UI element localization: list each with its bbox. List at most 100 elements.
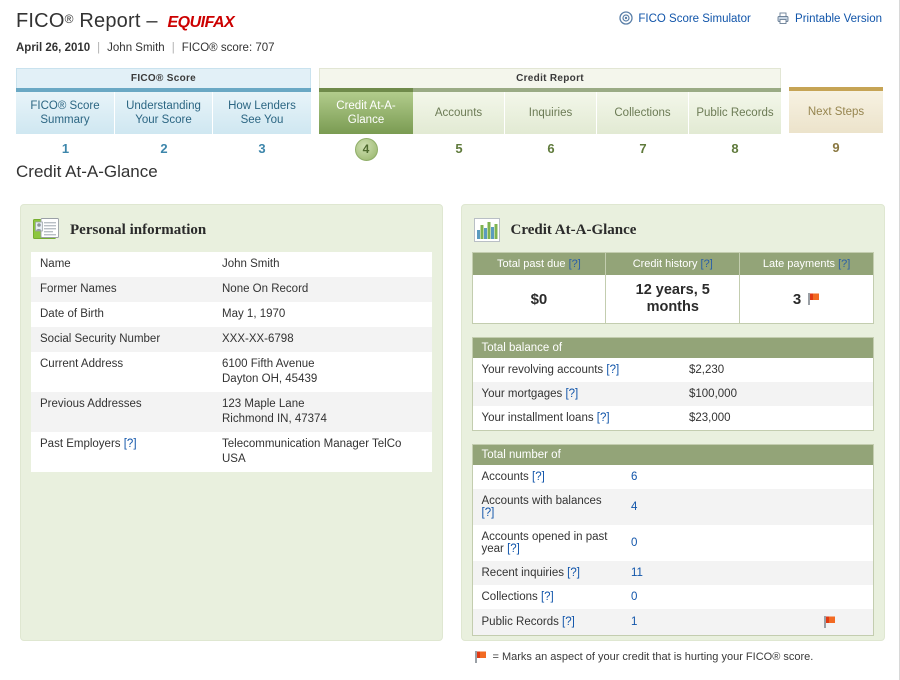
table-row: Former Names None On Record: [31, 277, 432, 302]
meta-divider: |: [97, 42, 101, 54]
help-link[interactable]: [?]: [565, 388, 578, 400]
tab-row-next-steps: Next Steps 9: [789, 87, 883, 159]
help-link[interactable]: [?]: [541, 591, 554, 603]
flag-legend: = Marks an aspect of your credit that is…: [472, 650, 875, 664]
row-label: Accounts [?]: [473, 465, 623, 489]
row-label: Recent inquiries [?]: [473, 561, 623, 585]
tab-label-understanding-your-score: Understanding Your Score: [115, 92, 213, 134]
row-value: Telecommunication Manager TelCo USA: [222, 438, 402, 465]
help-link[interactable]: [?]: [606, 364, 619, 376]
total-balance-table: Your revolving accounts [?] $2,230 Your …: [472, 358, 873, 430]
row-value: 0: [622, 525, 815, 561]
tab-number-8: 8: [731, 141, 739, 156]
row-flag-cell: [815, 561, 873, 585]
table-row: Your revolving accounts [?] $2,230: [472, 358, 873, 382]
tab-number-circle: 4: [354, 138, 378, 161]
glance-summary-grid: Total past due [?] $0 Credit history [?]…: [471, 252, 874, 324]
tab-accounts[interactable]: Accounts 5: [413, 88, 505, 160]
equifax-logo: EQUIFAX: [167, 14, 235, 31]
table-row: Your mortgages [?] $100,000: [472, 382, 873, 406]
summary-column-total-past-due: Total past due [?] $0: [472, 253, 606, 323]
help-link[interactable]: [?]: [562, 616, 575, 628]
tab-number-7: 7: [639, 141, 647, 156]
printable-version-link[interactable]: Printable Version: [776, 11, 882, 25]
row-label: Name: [40, 258, 71, 270]
total-number-section-title: Total number of: [472, 445, 873, 465]
tab-number-4-active: 4: [319, 138, 413, 161]
row-label-text: Past Employers: [40, 438, 121, 450]
total-number-table: Accounts [?] 6 Accounts with balances [?…: [472, 465, 873, 635]
row-value-link[interactable]: 4: [631, 501, 637, 513]
help-link[interactable]: [?]: [532, 471, 545, 483]
tab-group-label-next-steps: [789, 68, 883, 87]
tab-public-records[interactable]: Public Records 8: [689, 88, 781, 160]
tab-number-5: 5: [455, 141, 463, 156]
printable-version-label: Printable Version: [795, 13, 882, 25]
help-link[interactable]: [?]: [124, 438, 137, 450]
help-link[interactable]: [?]: [567, 567, 580, 579]
help-link[interactable]: [?]: [597, 412, 610, 424]
row-label-text: Your installment loans: [481, 412, 594, 424]
row-value: May 1, 1970: [222, 308, 286, 320]
help-link[interactable]: [?]: [507, 543, 520, 555]
total-number-section: Total number of Accounts [?] 6 Accounts …: [471, 444, 874, 636]
table-row: Current Address 6100 Fifth Avenue Dayton…: [31, 352, 432, 392]
tab-inquiries[interactable]: Inquiries 6: [505, 88, 597, 160]
row-flag-cell: [815, 465, 873, 489]
row-label: Former Names: [40, 283, 117, 295]
tab-how-lenders-see-you[interactable]: How Lenders See You 3: [213, 88, 311, 160]
id-card-icon: [33, 218, 59, 242]
help-link[interactable]: [?]: [701, 258, 713, 270]
tab-label-inquiries: Inquiries: [505, 92, 597, 134]
table-row: Previous Addresses 123 Maple Lane Richmo…: [31, 392, 432, 432]
row-value-link[interactable]: 0: [631, 591, 637, 603]
row-flag-cell: [815, 489, 873, 525]
tab-label-collections: Collections: [597, 92, 689, 134]
credit-at-a-glance-panel: Credit At-A-Glance Total past due [?] $0…: [460, 204, 885, 663]
summary-column-late-payments: Late payments [?] 3: [739, 253, 873, 323]
table-row: Your installment loans [?] $23,000: [472, 406, 873, 430]
row-value: $23,000: [689, 412, 731, 424]
report-user-name: John Smith: [107, 42, 165, 54]
fico-score-simulator-link[interactable]: FICO Score Simulator: [619, 11, 751, 25]
row-value-link[interactable]: 0: [631, 537, 637, 549]
help-link[interactable]: [?]: [482, 507, 495, 519]
tab-label-how-lenders-see-you: How Lenders See You: [213, 92, 311, 134]
row-value-link[interactable]: 6: [631, 471, 637, 483]
table-row: Collections [?] 0: [472, 585, 873, 609]
tab-fico-score-summary[interactable]: FICO® Score Summary 1: [16, 88, 115, 160]
tab-credit-at-a-glance[interactable]: Credit At-A-Glance 4: [319, 88, 413, 161]
row-value-link[interactable]: 1: [631, 616, 637, 628]
help-link[interactable]: [?]: [569, 258, 581, 270]
table-row: Accounts [?] 6: [472, 465, 873, 489]
table-row: Public Records [?] 1: [472, 609, 873, 635]
row-label-text: Accounts opened in past year: [481, 531, 608, 555]
summary-column-credit-history: Credit history [?] 12 years, 5 months: [605, 253, 740, 323]
row-label-text: Public Records: [481, 616, 559, 628]
tab-next-steps[interactable]: Next Steps 9: [789, 87, 883, 159]
row-value: John Smith: [222, 258, 280, 270]
flag-legend-text: = Marks an aspect of your credit that is…: [492, 651, 814, 663]
row-flag-cell: [815, 609, 873, 635]
tab-collections[interactable]: Collections 7: [597, 88, 689, 160]
row-value: XXX-XX-6798: [222, 333, 294, 345]
tab-understanding-your-score[interactable]: Understanding Your Score 2: [115, 88, 213, 160]
row-value-link[interactable]: 11: [631, 567, 643, 579]
row-value: $100,000: [689, 388, 737, 400]
page-header: FICO® Report – EQUIFAX April 26, 2010 | Jo…: [0, 0, 899, 54]
row-value: 0: [622, 585, 815, 609]
tab-label-next-steps: Next Steps: [789, 91, 883, 133]
tab-label-accounts: Accounts: [413, 92, 505, 134]
table-row: Past Employers [?] Telecommunication Man…: [31, 432, 432, 472]
tab-group-label-credit-report: Credit Report: [319, 68, 781, 88]
summary-value-credit-history: 12 years, 5 months: [606, 275, 740, 323]
fico-score-simulator-label: FICO Score Simulator: [638, 13, 751, 25]
row-label: Your revolving accounts [?]: [473, 358, 681, 382]
row-label: Collections [?]: [473, 585, 623, 609]
help-link[interactable]: [?]: [838, 258, 850, 270]
report-score: FICO® score: 707: [181, 42, 275, 54]
table-row: Recent inquiries [?] 11: [472, 561, 873, 585]
summary-header-text: Late payments: [762, 258, 835, 270]
tab-row-credit-report: Credit At-A-Glance 4 Accounts 5 Inquirie…: [319, 88, 781, 161]
tab-number-1: 1: [61, 141, 70, 156]
